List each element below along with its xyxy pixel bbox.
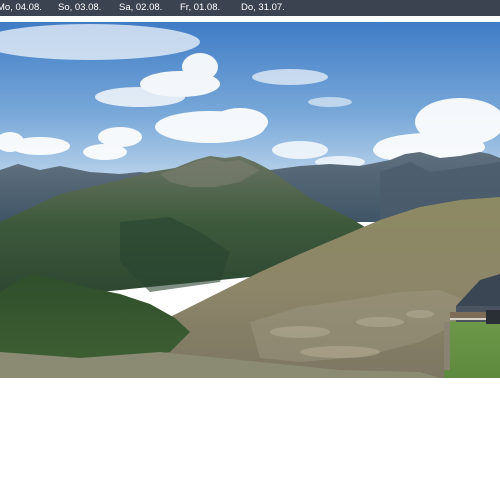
panorama-svg xyxy=(0,22,500,378)
date-tab-fr-01-08[interactable]: Fr, 01.08. xyxy=(180,0,241,16)
date-tab-sa-02-08[interactable]: Sa, 02.08. xyxy=(119,0,180,16)
date-tab-do-31-07[interactable]: Do, 31.07. xyxy=(241,0,311,16)
date-navigation-bar: Mo, 04.08. So, 03.08. Sa, 02.08. Fr, 01.… xyxy=(0,0,500,16)
date-tab-so-03-08[interactable]: So, 03.08. xyxy=(58,0,119,16)
date-tab-mo-04-08[interactable]: Mo, 04.08. xyxy=(0,0,58,16)
page-background xyxy=(0,378,500,500)
webcam-panorama-image[interactable] xyxy=(0,22,500,378)
